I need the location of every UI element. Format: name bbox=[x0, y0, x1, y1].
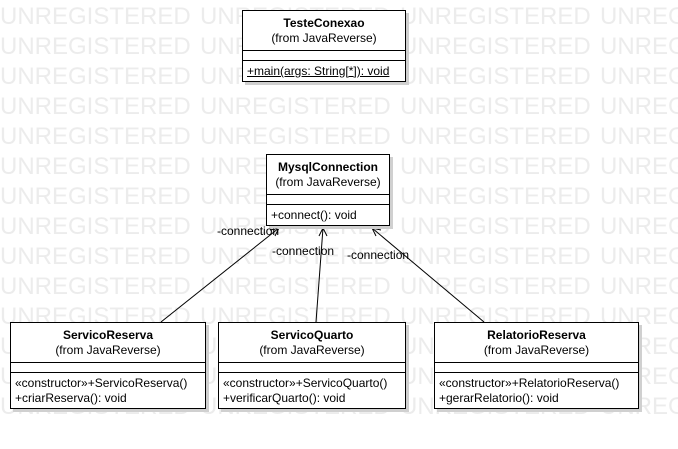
operation-constructor: «constructor»+ServicoQuarto() bbox=[223, 376, 388, 390]
attributes-compartment bbox=[219, 362, 405, 372]
class-header: RelatorioReserva (from JavaReverse) bbox=[435, 323, 638, 362]
operation-constructor: «constructor»+ServicoReserva() bbox=[15, 376, 188, 390]
association-line-servico-quarto[interactable] bbox=[315, 227, 324, 323]
operations-compartment: «constructor»+RelatorioReserva() +gerarR… bbox=[435, 372, 638, 408]
class-teste-conexao[interactable]: TesteConexao (from JavaReverse) +main(ar… bbox=[242, 10, 406, 82]
operations-compartment: +main(args: String[*]): void bbox=[243, 60, 405, 81]
role-label-servico-reserva: -connection bbox=[217, 224, 280, 238]
operation-verificar-quarto: +verificarQuarto(): void bbox=[223, 391, 346, 405]
operation-main: +main(args: String[*]): void bbox=[247, 64, 390, 78]
class-name: TesteConexao bbox=[283, 16, 365, 30]
class-header: ServicoReserva (from JavaReverse) bbox=[11, 323, 205, 362]
class-origin: (from JavaReverse) bbox=[275, 175, 381, 189]
class-mysql-connection[interactable]: MysqlConnection (from JavaReverse) +conn… bbox=[266, 154, 390, 226]
class-origin: (from JavaReverse) bbox=[483, 343, 590, 357]
attributes-compartment bbox=[11, 362, 205, 372]
class-name: ServicoReserva bbox=[62, 328, 154, 342]
operation-connect: +connect(): void bbox=[271, 208, 357, 222]
class-header: TesteConexao (from JavaReverse) bbox=[243, 11, 405, 50]
operation-constructor: «constructor»+RelatorioReserva() bbox=[439, 376, 620, 390]
operation-gerar-relatorio: +gerarRelatorio(): void bbox=[439, 391, 559, 405]
association-line-servico-reserva[interactable] bbox=[160, 227, 280, 323]
operation-criar-reserva: +criarReserva(): void bbox=[15, 391, 127, 405]
class-origin: (from JavaReverse) bbox=[55, 343, 161, 357]
operations-compartment: +connect(): void bbox=[267, 204, 389, 225]
class-relatorio-reserva[interactable]: RelatorioReserva (from JavaReverse) «con… bbox=[434, 322, 639, 409]
role-label-relatorio-reserva: -connection bbox=[347, 248, 410, 262]
class-servico-quarto[interactable]: ServicoQuarto (from JavaReverse) «constr… bbox=[218, 322, 406, 409]
class-origin: (from JavaReverse) bbox=[271, 31, 377, 45]
attributes-compartment bbox=[243, 50, 405, 60]
attributes-compartment bbox=[267, 194, 389, 204]
class-header: ServicoQuarto (from JavaReverse) bbox=[219, 323, 405, 362]
association-line-relatorio-reserva[interactable] bbox=[371, 227, 485, 323]
role-label-servico-quarto: -connection bbox=[272, 244, 335, 258]
operations-compartment: «constructor»+ServicoReserva() +criarRes… bbox=[11, 372, 205, 408]
attributes-compartment bbox=[435, 362, 638, 372]
class-header: MysqlConnection (from JavaReverse) bbox=[267, 155, 389, 194]
class-name: RelatorioReserva bbox=[487, 328, 586, 342]
class-origin: (from JavaReverse) bbox=[259, 343, 365, 357]
class-servico-reserva[interactable]: ServicoReserva (from JavaReverse) «const… bbox=[10, 322, 206, 409]
operations-compartment: «constructor»+ServicoQuarto() +verificar… bbox=[219, 372, 405, 408]
class-name: MysqlConnection bbox=[277, 160, 378, 174]
class-name: ServicoQuarto bbox=[270, 328, 354, 342]
